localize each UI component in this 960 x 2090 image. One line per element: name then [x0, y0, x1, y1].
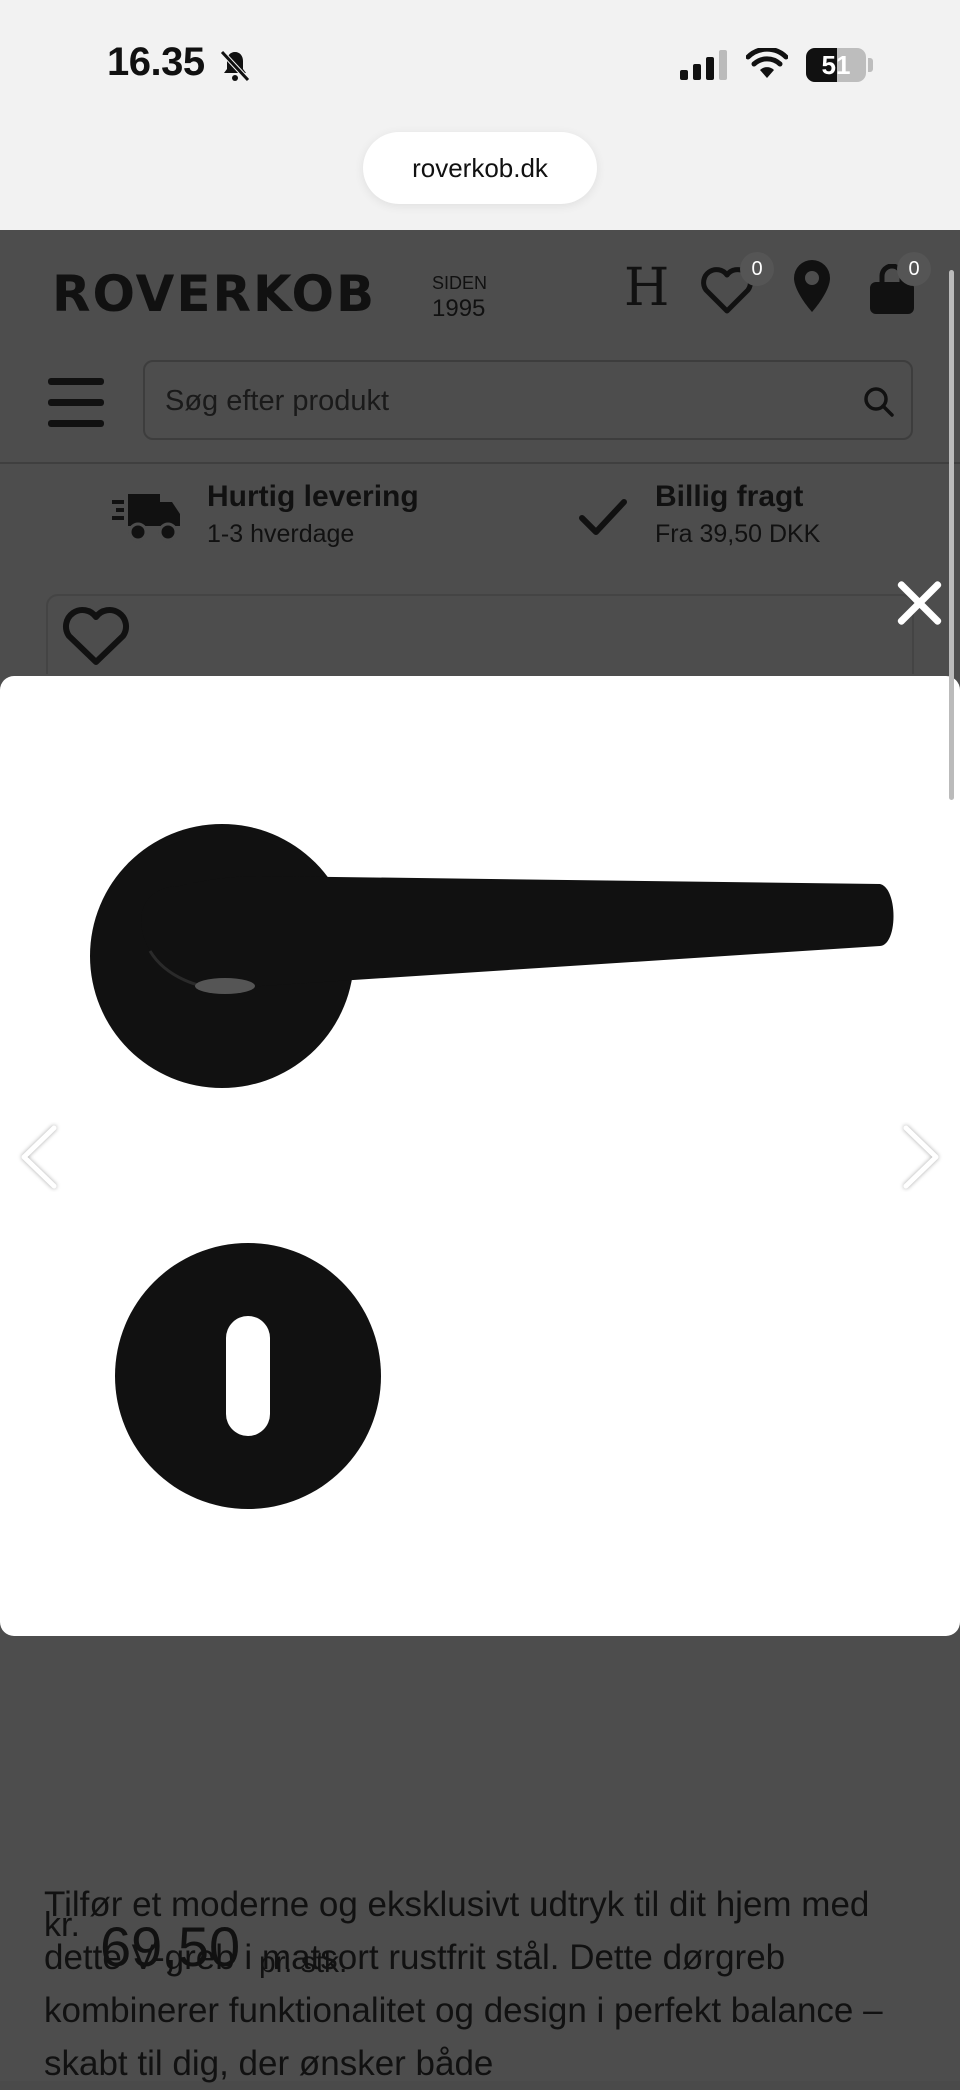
usp-subtitle: Fra 39,50 DKK [655, 520, 821, 548]
header-divider [0, 462, 960, 464]
search-icon[interactable] [863, 386, 895, 418]
next-image-chevron-icon[interactable] [896, 1122, 946, 1192]
close-lightbox-button[interactable] [894, 578, 944, 628]
usp-subtitle: 1-3 hverdage [207, 520, 355, 548]
logo-wordmark: ROVERKOB [52, 265, 377, 323]
search-box[interactable] [143, 360, 913, 440]
h-brand-icon[interactable]: H [624, 258, 669, 318]
logo-since-label: SIDEN [432, 273, 488, 293]
add-to-wishlist-heart-icon[interactable] [60, 606, 132, 668]
cellular-signal-icon [680, 50, 727, 80]
status-bar: 16.35 51 roverkob.dk [0, 0, 960, 230]
product-image-lightbox [0, 676, 960, 1636]
usp-title: Hurtig levering [207, 480, 419, 513]
usp-title: Billig fragt [655, 480, 804, 513]
product-card [46, 594, 914, 674]
logo-since-year: 1995 [432, 295, 486, 322]
silent-bell-icon [220, 50, 250, 82]
product-image [90, 824, 894, 1509]
delivery-truck-icon [112, 494, 180, 542]
cart-count-badge: 0 [897, 252, 931, 286]
checkmark-icon [579, 499, 627, 535]
wifi-icon [746, 48, 788, 78]
site-header: ROVERKOB SIDEN 1995 H 0 0 [0, 230, 960, 460]
previous-image-chevron-icon[interactable] [14, 1122, 64, 1192]
search-input[interactable] [163, 362, 847, 440]
usp-fast-delivery: Hurtig levering 1-3 hverdage [207, 480, 419, 549]
page-scrollbar[interactable] [949, 270, 954, 800]
hamburger-menu-button[interactable] [48, 378, 104, 428]
status-time: 16.35 [107, 40, 205, 84]
product-description: Tilfør et moderne og eksklusivt udtryk t… [44, 1885, 883, 2083]
wishlist-count-badge: 0 [740, 252, 774, 286]
battery-indicator: 51 [806, 48, 866, 82]
store-location-icon[interactable] [792, 258, 832, 314]
url-bar[interactable]: roverkob.dk [363, 132, 597, 204]
site-logo[interactable]: ROVERKOB SIDEN 1995 [52, 265, 487, 323]
battery-percent: 51 [821, 50, 851, 80]
usp-cheap-shipping: Billig fragt Fra 39,50 DKK [655, 480, 820, 549]
battery-tip [868, 58, 873, 72]
